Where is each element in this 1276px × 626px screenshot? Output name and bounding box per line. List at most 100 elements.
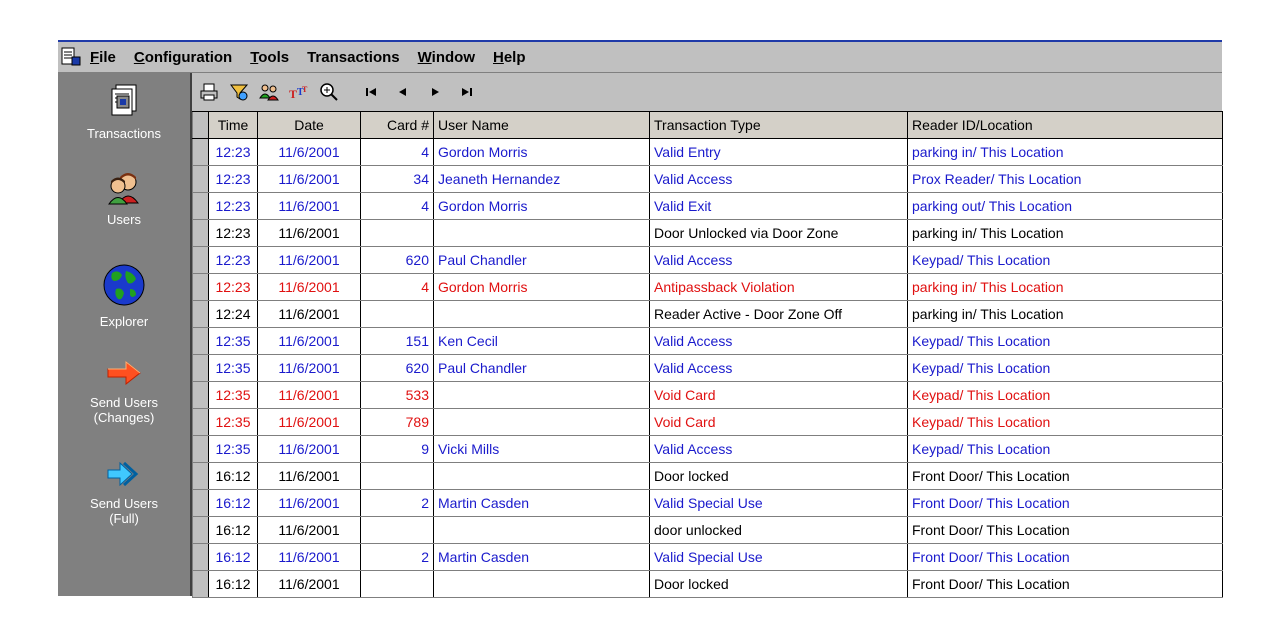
cell-reader-location: Prox Reader/ This Location [907, 165, 1223, 193]
row-selector[interactable] [192, 192, 209, 220]
sidebar-item-transactions[interactable]: Transactions [58, 83, 190, 141]
next-record-icon[interactable] [422, 79, 448, 105]
print-icon[interactable] [196, 79, 222, 105]
cell-reader-location: parking in/ This Location [907, 138, 1223, 166]
table-row[interactable]: 12:23 11/6/2001 4 Gordon Morris Valid Exit pa… [192, 192, 1223, 220]
row-selector[interactable] [192, 219, 209, 247]
row-selector[interactable] [192, 543, 209, 571]
menu-window[interactable]: Window [418, 49, 475, 66]
cell-reader-location: Keypad/ This Location [907, 435, 1223, 463]
table-row[interactable]: 16:12 11/6/2001 2 Martin Casden Valid Specia… [192, 543, 1223, 571]
cell-date: 11/6/2001 [257, 570, 361, 598]
column-header-time[interactable]: Time [208, 111, 258, 139]
row-selector[interactable] [192, 165, 209, 193]
column-header-date[interactable]: Date [257, 111, 361, 139]
table-row[interactable]: 12:23 11/6/2001 4 Gordon Morris Valid Entry p… [192, 138, 1223, 166]
column-header-user-name[interactable]: User Name [433, 111, 650, 139]
cell-time: 12:23 [208, 246, 258, 274]
users-tool-icon[interactable] [256, 79, 282, 105]
cell-user-name: Gordon Morris [433, 138, 650, 166]
table-row[interactable]: 12:23 11/6/2001 4 Gordon Morris Antipassback… [192, 273, 1223, 301]
table-row[interactable]: 16:12 11/6/2001 2 Martin Casden Valid Specia… [192, 489, 1223, 517]
table-row[interactable]: 12:35 11/6/2001 151 Ken Cecil Valid Access Ke… [192, 327, 1223, 355]
table-row[interactable]: 16:12 11/6/2001 Door locked Front Door/ Thi… [192, 570, 1223, 598]
row-selector[interactable] [192, 300, 209, 328]
row-selector[interactable] [192, 246, 209, 274]
table-row[interactable]: 12:23 11/6/2001 Door Unlocked via Door Zon… [192, 219, 1223, 247]
cell-card: 2 [360, 543, 434, 571]
app-icon[interactable] [60, 47, 82, 67]
column-header-card[interactable]: Card # [360, 111, 434, 139]
cell-card: 151 [360, 327, 434, 355]
row-selector[interactable] [192, 570, 209, 598]
row-selector[interactable] [192, 489, 209, 517]
cell-time: 12:23 [208, 192, 258, 220]
menu-help[interactable]: Help [493, 49, 526, 66]
sidebar-label-send-users-changes: Send Users (Changes) [90, 395, 158, 425]
cell-time: 12:23 [208, 273, 258, 301]
toolbar: T T T [192, 73, 1222, 112]
row-selector[interactable] [192, 138, 209, 166]
cell-time: 12:23 [208, 138, 258, 166]
cell-date: 11/6/2001 [257, 327, 361, 355]
row-selector[interactable] [192, 327, 209, 355]
table-row[interactable]: 12:35 11/6/2001 533 Void Card Keypad/ This L… [192, 381, 1223, 409]
cell-date: 11/6/2001 [257, 192, 361, 220]
row-selector[interactable] [192, 273, 209, 301]
table-row[interactable]: 12:35 11/6/2001 620 Paul Chandler Valid Acce… [192, 354, 1223, 382]
cell-user-name [433, 570, 650, 598]
cell-transaction-type: Valid Special Use [649, 489, 908, 517]
users-icon [106, 171, 142, 208]
previous-record-icon[interactable] [390, 79, 416, 105]
row-selector[interactable] [192, 516, 209, 544]
row-selector[interactable] [192, 354, 209, 382]
table-row[interactable]: 16:12 11/6/2001 Door locked Front Door/ Thi… [192, 462, 1223, 490]
cell-transaction-type: Valid Special Use [649, 543, 908, 571]
cell-transaction-type: Valid Access [649, 435, 908, 463]
transactions-table: Time Date Card # User Name Transaction T… [192, 111, 1223, 598]
row-selector-header[interactable] [192, 111, 209, 139]
menu-configuration[interactable]: Configuration [134, 49, 232, 66]
cell-card: 533 [360, 381, 434, 409]
table-row[interactable]: 12:23 11/6/2001 34 Jeaneth Hernandez Valid A… [192, 165, 1223, 193]
table-row[interactable]: 12:24 11/6/2001 Reader Active - Door Zone … [192, 300, 1223, 328]
sidebar-label-explorer: Explorer [99, 314, 149, 329]
table-row[interactable]: 12:35 11/6/2001 9 Vicki Mills Valid Access Ke… [192, 435, 1223, 463]
cell-card: 620 [360, 354, 434, 382]
cell-reader-location: Keypad/ This Location [907, 246, 1223, 274]
row-selector[interactable] [192, 381, 209, 409]
font-icon[interactable]: T T T [286, 79, 312, 105]
cell-date: 11/6/2001 [257, 489, 361, 517]
cell-card: 9 [360, 435, 434, 463]
filter-icon[interactable] [226, 79, 252, 105]
cell-user-name: Martin Casden [433, 489, 650, 517]
row-selector[interactable] [192, 462, 209, 490]
row-selector[interactable] [192, 408, 209, 436]
svg-text:T: T [289, 87, 297, 101]
table-row[interactable]: 12:23 11/6/2001 620 Paul Chandler Valid Acce… [192, 246, 1223, 274]
first-record-icon[interactable] [358, 79, 384, 105]
zoom-in-icon[interactable] [316, 79, 342, 105]
sidebar-item-explorer[interactable]: Explorer [58, 263, 190, 329]
sidebar-item-send-users-full[interactable]: Send Users (Full) [58, 459, 190, 526]
last-record-icon[interactable] [454, 79, 480, 105]
sidebar-item-users[interactable]: Users [58, 171, 190, 227]
sidebar-item-send-users-changes[interactable]: Send Users (Changes) [58, 358, 190, 425]
menu-tools[interactable]: Tools [250, 49, 289, 66]
cell-transaction-type: door unlocked [649, 516, 908, 544]
cell-date: 11/6/2001 [257, 165, 361, 193]
cell-time: 16:12 [208, 516, 258, 544]
cell-reader-location: Front Door/ This Location [907, 570, 1223, 598]
cell-user-name [433, 219, 650, 247]
row-selector[interactable] [192, 435, 209, 463]
cell-card [360, 219, 434, 247]
column-header-transaction-type[interactable]: Transaction Type [649, 111, 908, 139]
cell-user-name: Paul Chandler [433, 246, 650, 274]
menu-transactions[interactable]: Transactions [307, 49, 400, 66]
table-row[interactable]: 12:35 11/6/2001 789 Void Card Keypad/ This L… [192, 408, 1223, 436]
column-header-reader-location[interactable]: Reader ID/Location [907, 111, 1223, 139]
cell-time: 16:12 [208, 570, 258, 598]
menu-file[interactable]: File [90, 49, 116, 66]
table-row[interactable]: 16:12 11/6/2001 door unlocked Front Door/ T… [192, 516, 1223, 544]
cell-user-name: Ken Cecil [433, 327, 650, 355]
